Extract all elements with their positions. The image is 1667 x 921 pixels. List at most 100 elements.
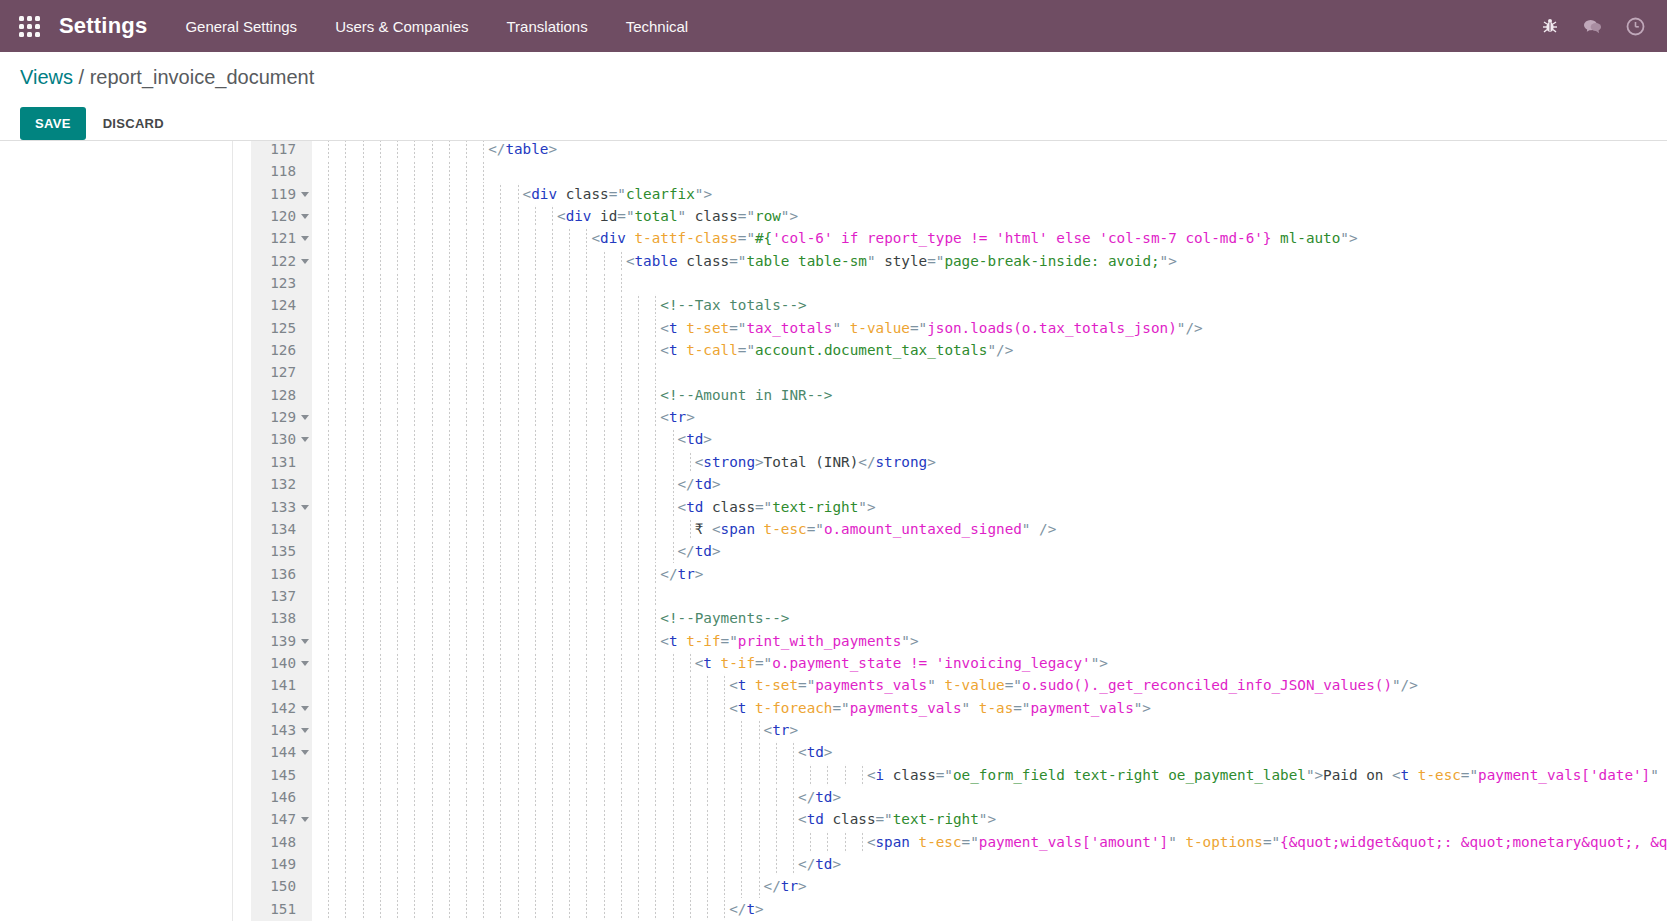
gutter-line-number: 130	[251, 428, 312, 450]
code-line: <t t-foreach="payments_vals" t-as="payme…	[312, 697, 1667, 719]
code-line: <td>	[312, 428, 1667, 450]
gutter-line-number: 137	[251, 585, 312, 607]
code-line: </tr>	[312, 875, 1667, 897]
code-line: <!--Payments-->	[312, 607, 1667, 629]
editor-left-border	[232, 141, 233, 921]
code-line: </td>	[312, 473, 1667, 495]
gutter-line-number: 121	[251, 227, 312, 249]
breadcrumb-views-link[interactable]: Views	[20, 66, 73, 88]
discard-button[interactable]: DISCARD	[103, 116, 164, 131]
gutter-line-number: 139	[251, 630, 312, 652]
gutter-line-number: 135	[251, 540, 312, 562]
code-line	[312, 361, 1667, 383]
code-line: <td class="text-right">	[312, 496, 1667, 518]
gutter-line-number: 146	[251, 786, 312, 808]
gutter-line-number: 150	[251, 875, 312, 897]
fold-arrow-icon[interactable]	[301, 505, 309, 510]
gutter-line-number: 136	[251, 563, 312, 585]
fold-arrow-icon[interactable]	[301, 192, 309, 197]
gutter-line-number: 127	[251, 361, 312, 383]
breadcrumb-current: report_invoice_document	[90, 66, 315, 88]
bug-icon[interactable]	[1540, 17, 1559, 36]
gutter-line-number: 142	[251, 697, 312, 719]
code-line: <t t-set="payments_vals" t-value="o.sudo…	[312, 674, 1667, 696]
gutter-line-number: 148	[251, 831, 312, 853]
fold-arrow-icon[interactable]	[301, 661, 309, 666]
code-line: <div class="clearfix">	[312, 183, 1667, 205]
gutter-line-number: 144	[251, 741, 312, 763]
code-line: ₹ <span t-esc="o.amount_untaxed_signed" …	[312, 518, 1667, 540]
fold-arrow-icon[interactable]	[301, 750, 309, 755]
code-rows: </table> <div class="clearfix"> <div id=…	[312, 140, 1667, 920]
gutter-line-number: 119	[251, 183, 312, 205]
gutter-line-number: 134	[251, 518, 312, 540]
code-line: </table>	[312, 140, 1667, 160]
code-line: </t>	[312, 898, 1667, 920]
code-line: <i class="oe_form_field text-right oe_pa…	[312, 764, 1667, 786]
gutter-line-number: 149	[251, 853, 312, 875]
gutter-line-number: 128	[251, 384, 312, 406]
gutter-line-number: 123	[251, 272, 312, 294]
code-line: </td>	[312, 853, 1667, 875]
code-line: <t t-call="account.document_tax_totals"/…	[312, 339, 1667, 361]
code-line: <t t-if="o.payment_state != 'invoicing_l…	[312, 652, 1667, 674]
gutter-line-number: 129	[251, 406, 312, 428]
top-menu: General Settings Users & Companies Transla…	[185, 18, 726, 35]
gutter-line-number: 140	[251, 652, 312, 674]
fold-arrow-icon[interactable]	[301, 415, 309, 420]
gutter-line-number: 145	[251, 764, 312, 786]
menu-item-translations[interactable]: Translations	[507, 18, 588, 35]
breadcrumb-separator: /	[73, 66, 90, 88]
gutter-line-number: 125	[251, 317, 312, 339]
gutter-line-number: 143	[251, 719, 312, 741]
fold-arrow-icon[interactable]	[301, 259, 309, 264]
code-line: <!--Amount in INR-->	[312, 384, 1667, 406]
app-title: Settings	[59, 13, 147, 39]
chat-icon[interactable]	[1583, 17, 1602, 36]
action-buttons: SAVE DISCARD	[20, 107, 164, 140]
menu-item-users-companies[interactable]: Users & Companies	[335, 18, 468, 35]
fold-arrow-icon[interactable]	[301, 706, 309, 711]
gutter-line-number: 147	[251, 808, 312, 830]
topbar-icons	[1540, 0, 1645, 52]
code-line: <span t-esc="payment_vals['amount']" t-o…	[312, 831, 1667, 853]
gutter-rows: 1171181191201211221231241251261271281291…	[251, 140, 312, 920]
code-line: <tr>	[312, 719, 1667, 741]
gutter-line-number: 141	[251, 674, 312, 696]
clock-icon[interactable]	[1626, 17, 1645, 36]
code-line	[312, 272, 1667, 294]
code-line: <div id="total" class="row">	[312, 205, 1667, 227]
code-editor[interactable]: 1171181191201211221231241251261271281291…	[0, 140, 1667, 921]
gutter-line-number: 126	[251, 339, 312, 361]
code-line: <t t-set="tax_totals" t-value="json.load…	[312, 317, 1667, 339]
code-line: <div t-attf-class="#{'col-6' if report_t…	[312, 227, 1667, 249]
gutter-line-number: 120	[251, 205, 312, 227]
menu-item-general-settings[interactable]: General Settings	[185, 18, 297, 35]
fold-arrow-icon[interactable]	[301, 817, 309, 822]
gutter-line-number: 133	[251, 496, 312, 518]
top-bar: Settings General Settings Users & Compani…	[0, 0, 1667, 52]
fold-arrow-icon[interactable]	[301, 728, 309, 733]
gutter-line-number: 117	[251, 140, 312, 160]
gutter-line-number: 118	[251, 160, 312, 182]
apps-grid-icon[interactable]	[19, 16, 40, 37]
code-line: <td>	[312, 741, 1667, 763]
code-line: <!--Tax totals-->	[312, 294, 1667, 316]
code-line: <td class="text-right">	[312, 808, 1667, 830]
breadcrumb: Views / report_invoice_document	[20, 66, 314, 89]
gutter-line-number: 132	[251, 473, 312, 495]
code-line: <t t-if="print_with_payments">	[312, 630, 1667, 652]
fold-arrow-icon[interactable]	[301, 437, 309, 442]
fold-arrow-icon[interactable]	[301, 639, 309, 644]
editor-content[interactable]: </table> <div class="clearfix"> <div id=…	[312, 141, 1667, 921]
code-line: <table class="table table-sm" style="pag…	[312, 250, 1667, 272]
fold-arrow-icon[interactable]	[301, 236, 309, 241]
code-line	[312, 585, 1667, 607]
code-line: <tr>	[312, 406, 1667, 428]
save-button[interactable]: SAVE	[20, 107, 86, 140]
menu-item-technical[interactable]: Technical	[626, 18, 689, 35]
gutter-line-number: 131	[251, 451, 312, 473]
code-line	[312, 160, 1667, 182]
code-line: <strong>Total (INR)</strong>	[312, 451, 1667, 473]
fold-arrow-icon[interactable]	[301, 214, 309, 219]
